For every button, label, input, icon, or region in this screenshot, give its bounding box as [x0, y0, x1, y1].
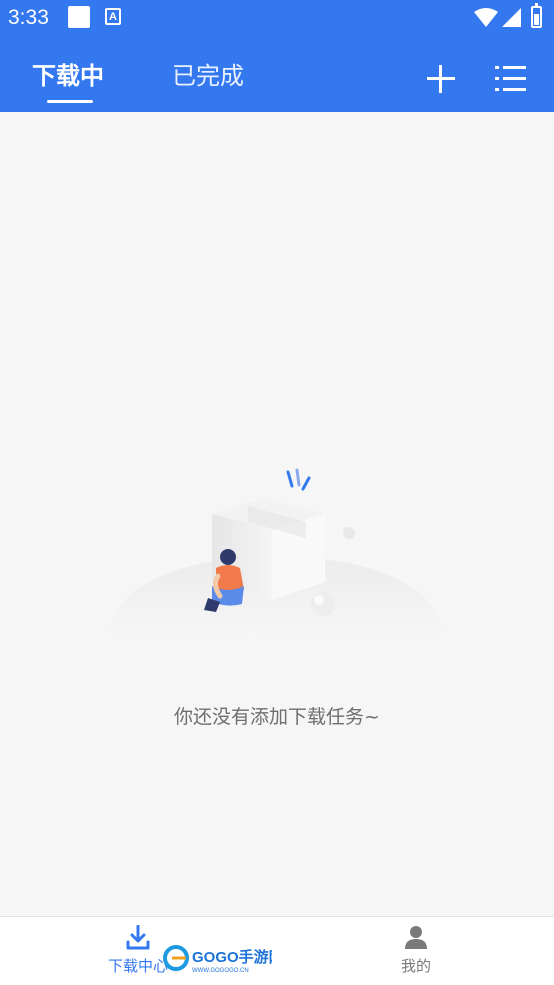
- person-icon: [405, 926, 427, 949]
- add-task-icon[interactable]: [426, 64, 456, 94]
- nav-mine-label: 我的: [400, 957, 431, 975]
- menu-list-icon[interactable]: [495, 64, 527, 94]
- active-tab-indicator: [47, 100, 93, 103]
- watermark-logo: GOGO手游网 WWW.GOGOGO.CN: [163, 945, 272, 974]
- status-bar: 3:33 A: [0, 0, 554, 38]
- watermark-brand: GOGO手游网: [192, 948, 272, 966]
- tab-completed[interactable]: 已完成: [172, 56, 244, 91]
- nav-mine[interactable]: 我的: [356, 917, 476, 985]
- watermark-url: WWW.GOGOGO.CN: [192, 968, 249, 974]
- bottom-navigation: 下载中心 我的: [0, 916, 554, 985]
- tab-downloading[interactable]: 下载中: [32, 56, 104, 91]
- empty-state-message: 你还没有添加下载任务~: [174, 706, 380, 728]
- status-time: 3:33: [8, 6, 49, 29]
- wifi-icon: [474, 8, 498, 27]
- download-icon: [126, 925, 150, 950]
- empty-box-illustration: [108, 468, 444, 638]
- notification-a-icon: A: [105, 8, 121, 25]
- notification-square-icon: [68, 6, 90, 28]
- app-header: 3:33 A 下载中 已完成: [0, 0, 554, 112]
- signal-icon: [502, 8, 521, 27]
- battery-icon: [531, 3, 542, 28]
